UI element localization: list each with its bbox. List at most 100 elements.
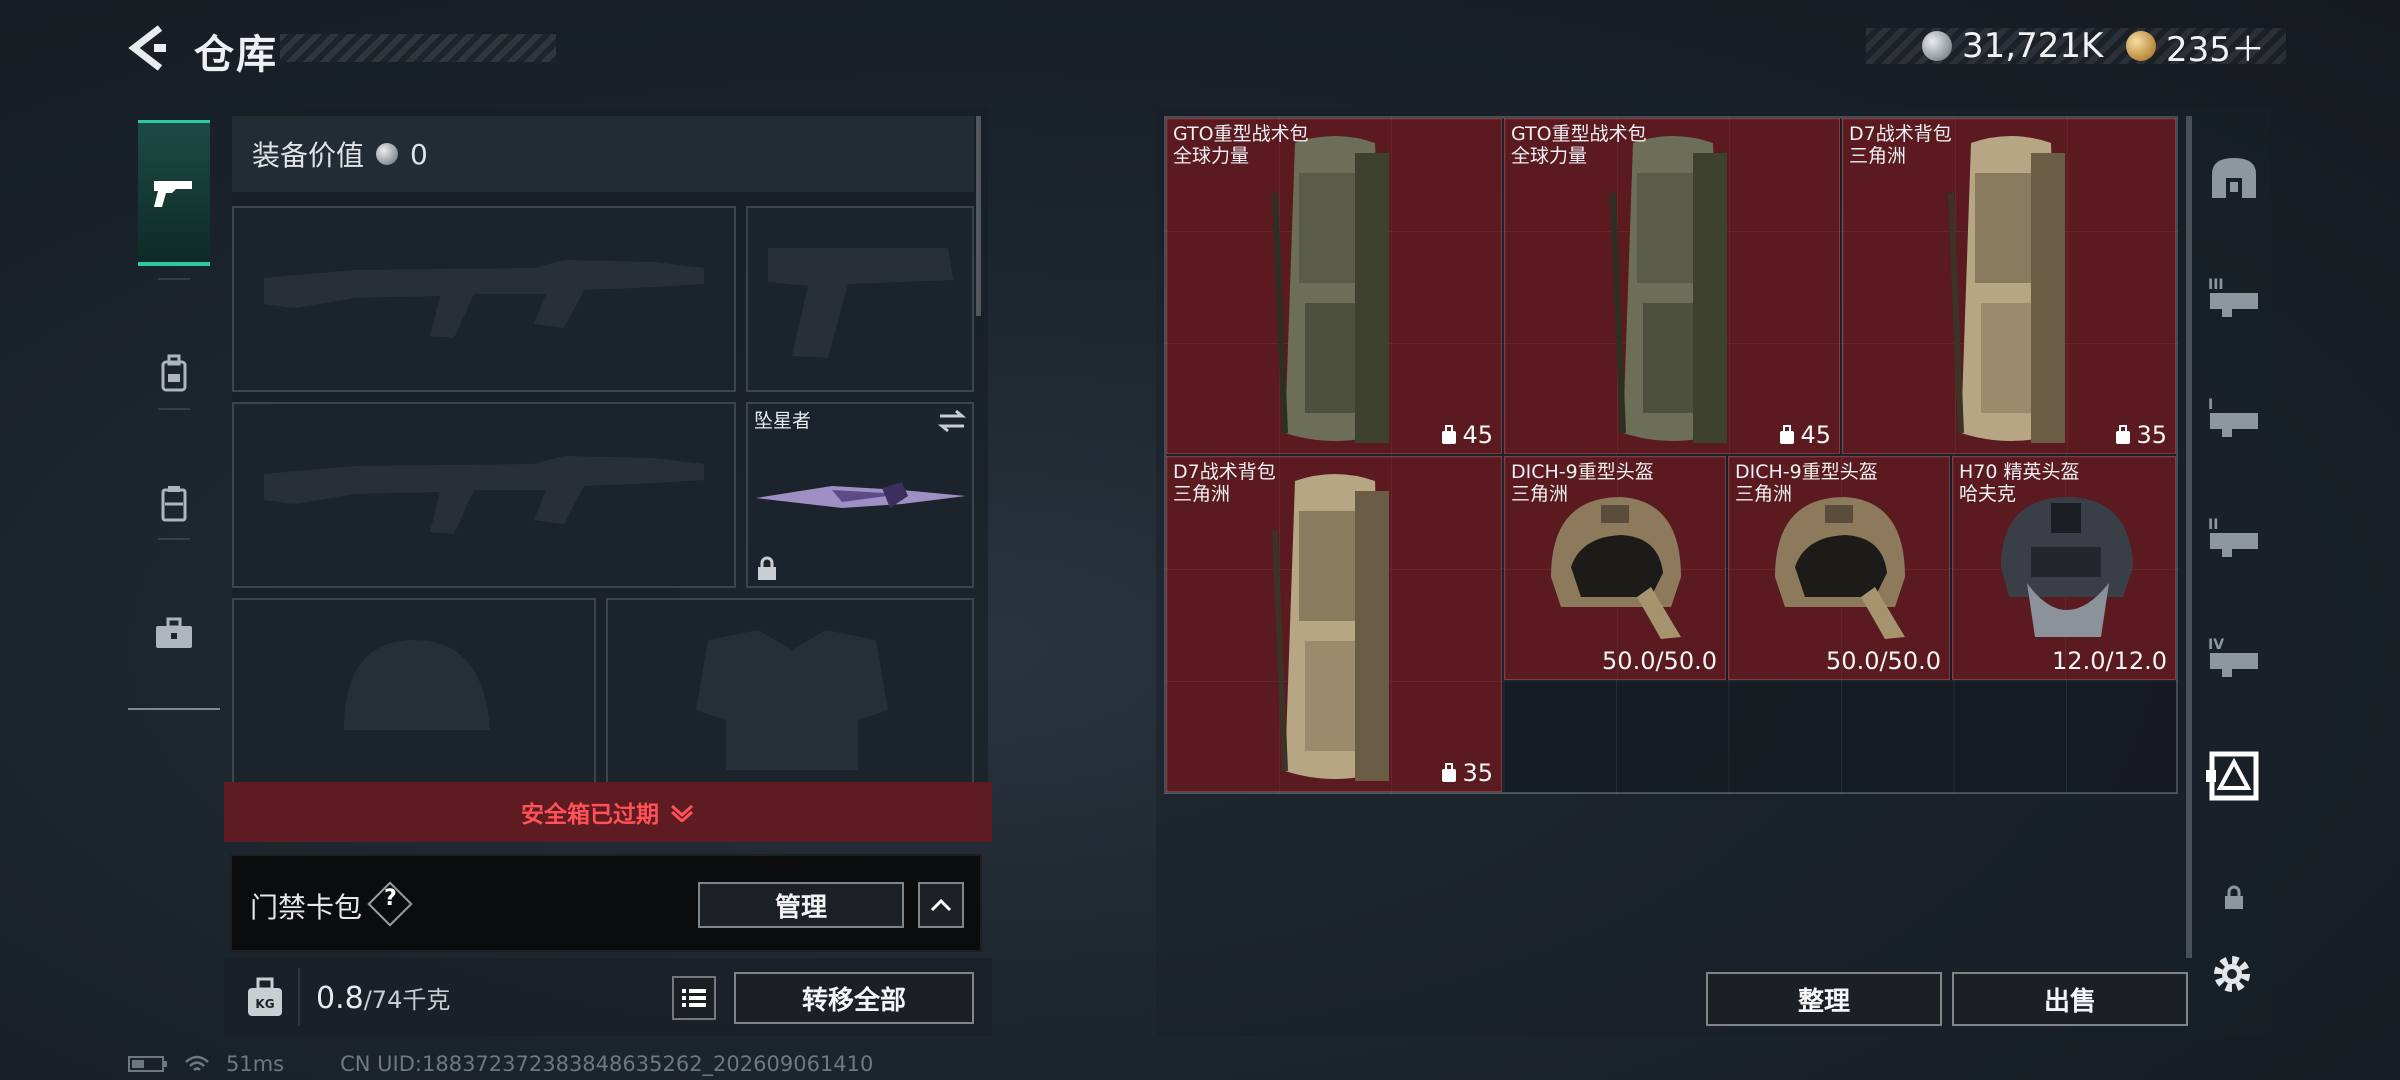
capacity-icon bbox=[1780, 425, 1795, 444]
svg-text:I: I bbox=[2208, 397, 2213, 413]
tab-safe[interactable] bbox=[2206, 150, 2262, 206]
storage-scrollbar[interactable] bbox=[2186, 116, 2192, 958]
storage-item[interactable]: DICH-9重型头盔 三角洲 50.0/50.0 bbox=[1728, 456, 1950, 680]
svg-text:KG: KG bbox=[255, 997, 274, 1011]
storage-all-icon bbox=[2206, 751, 2259, 801]
helmet-image bbox=[2001, 497, 2133, 637]
item-name: GTO重型战术包 bbox=[1511, 123, 1647, 145]
helmet-silhouette-icon bbox=[344, 640, 490, 730]
backpack-icon bbox=[161, 354, 187, 392]
tab-storage-1[interactable]: I bbox=[2206, 388, 2262, 444]
vest-icon bbox=[161, 486, 187, 522]
silver-currency[interactable]: 31,721K bbox=[1922, 24, 2103, 68]
storage-item[interactable]: GTO重型战术包 全球力量 45 bbox=[1504, 118, 1840, 454]
capacity-icon bbox=[2116, 425, 2131, 444]
primary-weapon-slot[interactable] bbox=[232, 206, 736, 392]
item-origin: 三角洲 bbox=[1173, 483, 1231, 505]
gear-icon[interactable] bbox=[2208, 950, 2256, 998]
tab-storage-2[interactable]: II bbox=[2206, 508, 2262, 564]
item-capacity: 45 bbox=[1778, 421, 1831, 449]
chevron-down-icon bbox=[670, 804, 694, 822]
weight-max: /74千克 bbox=[363, 986, 451, 1014]
armor-silhouette-icon bbox=[696, 630, 888, 770]
item-capacity: 35 bbox=[2114, 421, 2167, 449]
tabs-divider bbox=[128, 708, 220, 710]
storage-3-icon: III bbox=[2208, 277, 2258, 317]
storage-item[interactable]: GTO重型战术包 全球力量 45 bbox=[1166, 118, 1502, 454]
weight-readout: 0.8/74千克 bbox=[316, 980, 450, 1016]
item-origin: 三角洲 bbox=[1511, 483, 1569, 505]
gold-currency[interactable]: 235＋ bbox=[2126, 24, 2265, 70]
tab-storage-3[interactable]: III bbox=[2206, 268, 2262, 324]
transfer-all-button[interactable]: 转移全部 bbox=[734, 972, 974, 1024]
helmet-slot[interactable] bbox=[232, 598, 596, 784]
lock-icon bbox=[758, 556, 776, 580]
melee-slot[interactable]: 坠星者 bbox=[746, 402, 974, 588]
secondary-weapon-slot[interactable] bbox=[232, 402, 736, 588]
gold-amount: 235＋ bbox=[2166, 29, 2265, 70]
ping-text: 51ms bbox=[226, 1052, 285, 1076]
svg-text:II: II bbox=[2208, 517, 2218, 533]
title-decoration bbox=[280, 34, 556, 62]
manage-button[interactable]: 管理 bbox=[698, 882, 904, 928]
sidearm-slot[interactable] bbox=[746, 206, 974, 392]
backpack-image bbox=[1272, 474, 1389, 781]
collapse-button[interactable] bbox=[918, 882, 964, 928]
item-name: D7战术背包 bbox=[1849, 123, 1952, 145]
swap-icon[interactable] bbox=[936, 408, 968, 434]
storage-1-icon: I bbox=[2208, 397, 2258, 437]
chevron-up-icon bbox=[930, 898, 952, 912]
item-origin: 全球力量 bbox=[1511, 145, 1588, 167]
item-name: DICH-9重型头盔 bbox=[1735, 461, 1878, 483]
tab-weapons[interactable] bbox=[138, 120, 210, 266]
safebox-label: 安全箱已过期 bbox=[521, 802, 659, 828]
safe-icon bbox=[2212, 158, 2256, 198]
item-capacity: 45 bbox=[1440, 421, 1493, 449]
armor-slot[interactable] bbox=[606, 598, 974, 784]
loadout-scrollbar[interactable] bbox=[976, 116, 981, 316]
sort-button[interactable]: 整理 bbox=[1706, 972, 1942, 1026]
pistol-icon bbox=[154, 180, 192, 207]
helmet-image bbox=[1775, 497, 1905, 639]
storage-item[interactable]: H70 精英头盔 哈夫克 12.0/12.0 bbox=[1952, 456, 2176, 680]
equipment-value-row: 装备价值 0 bbox=[232, 116, 974, 192]
item-name: GTO重型战术包 bbox=[1173, 123, 1309, 145]
silver-amount: 31,721K bbox=[1962, 26, 2104, 66]
briefcase-icon bbox=[156, 617, 192, 648]
item-origin: 三角洲 bbox=[1735, 483, 1793, 505]
list-view-button[interactable] bbox=[672, 976, 716, 1020]
item-capacity: 35 bbox=[1440, 759, 1493, 787]
rifle-silhouette-icon bbox=[264, 260, 704, 338]
tab-backpack[interactable] bbox=[128, 304, 220, 444]
keycard-row: 门禁卡包 ? 管理 bbox=[230, 854, 982, 952]
keycard-label: 门禁卡包 bbox=[250, 891, 363, 924]
storage-item[interactable]: DICH-9重型头盔 三角洲 50.0/50.0 bbox=[1504, 456, 1726, 680]
rifle-silhouette-icon bbox=[264, 456, 704, 534]
tab-vest[interactable] bbox=[128, 434, 220, 574]
page-title: 仓库 bbox=[194, 32, 278, 78]
item-origin: 三角洲 bbox=[1849, 145, 1907, 167]
item-name: D7战术背包 bbox=[1173, 461, 1276, 483]
back-button[interactable] bbox=[124, 22, 170, 74]
tab-storage-4[interactable]: IV bbox=[2206, 628, 2262, 684]
helmet-image bbox=[1551, 497, 1681, 639]
pistol-silhouette-icon bbox=[768, 248, 953, 358]
backpack-image bbox=[1272, 136, 1389, 443]
list-icon bbox=[682, 989, 706, 1007]
svg-text:IV: IV bbox=[2208, 637, 2224, 653]
uid-text: CN UID:188372372383848635262_20260906141… bbox=[340, 1052, 874, 1076]
safebox-expired-banner[interactable]: 安全箱已过期 bbox=[224, 782, 992, 842]
storage-4-icon: IV bbox=[2208, 637, 2258, 677]
storage-item[interactable]: D7战术背包 三角洲 35 bbox=[1166, 456, 1502, 792]
storage-item[interactable]: D7战术背包 三角洲 35 bbox=[1842, 118, 2176, 454]
weight-row: KG 0.8/74千克 转移全部 bbox=[224, 958, 992, 1036]
item-origin: 哈夫克 bbox=[1959, 483, 2017, 505]
tab-storage-all[interactable] bbox=[2206, 748, 2262, 804]
lock-icon bbox=[2225, 885, 2243, 909]
storage-2-icon: II bbox=[2208, 517, 2258, 557]
sell-button[interactable]: 出售 bbox=[1952, 972, 2188, 1026]
tab-case[interactable] bbox=[128, 564, 220, 704]
item-name: H70 精英头盔 bbox=[1959, 461, 2080, 483]
tab-locked[interactable] bbox=[2206, 870, 2262, 926]
silver-coin-icon bbox=[1922, 31, 1952, 61]
